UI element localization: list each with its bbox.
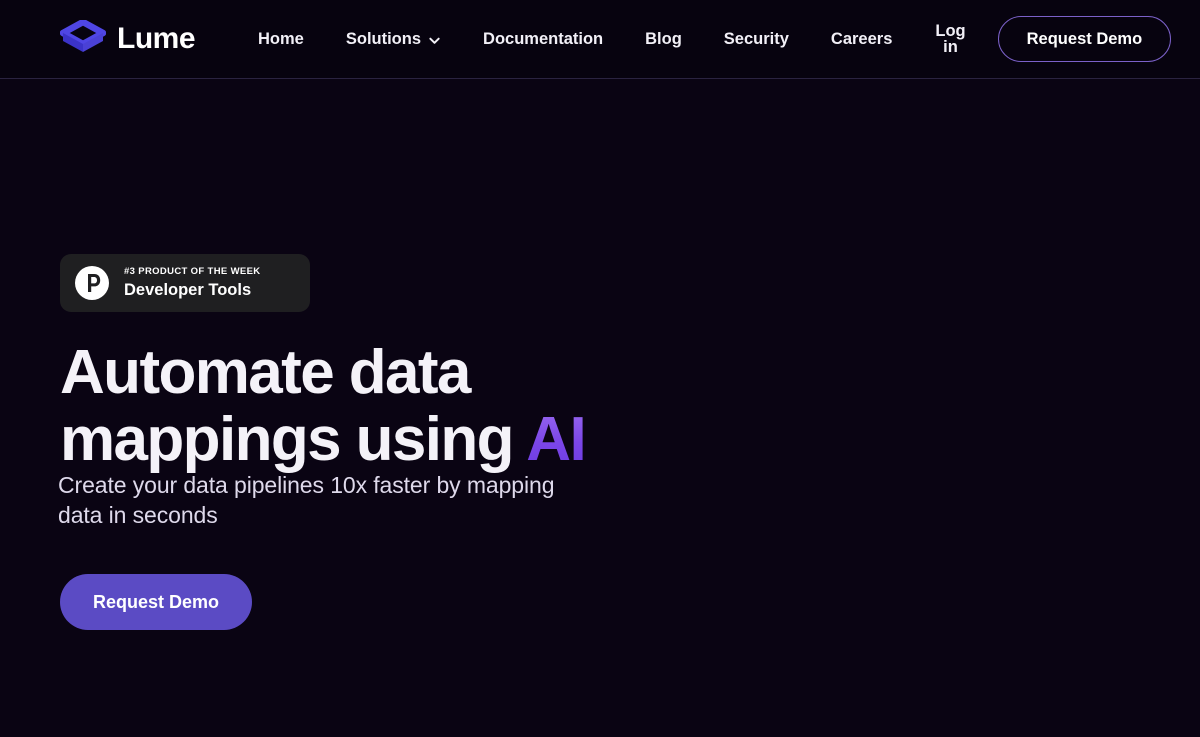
isometric-cube-logo-icon: [60, 20, 106, 58]
chevron-down-icon: [428, 32, 441, 47]
hero-section: #3 PRODUCT OF THE WEEK Developer Tools A…: [0, 79, 1200, 737]
product-hunt-title: Developer Tools: [124, 280, 252, 299]
nav-item-home-label: Home: [258, 29, 304, 48]
hero-subtitle: Create your data pipelines 10x faster by…: [58, 472, 555, 529]
nav-item-blog-label: Blog: [645, 29, 682, 48]
nav-item-security[interactable]: Security: [703, 31, 810, 48]
nav-item-documentation[interactable]: Documentation: [462, 31, 624, 48]
nav-item-solutions[interactable]: Solutions: [325, 31, 462, 48]
nav-item-blog[interactable]: Blog: [624, 31, 703, 48]
main-navigation: Home Solutions Documentation Blog Securi…: [237, 31, 913, 48]
nav-item-careers-label: Careers: [830, 29, 893, 48]
product-hunt-kicker: #3 PRODUCT OF THE WEEK: [124, 266, 261, 278]
brand-logo-link[interactable]: Lume: [60, 20, 196, 58]
site-header: Lume Home Solutions Documentation Blog S…: [0, 0, 1200, 79]
nav-item-security-label: Security: [723, 29, 789, 48]
page-title: Automate data mappings using AI: [60, 338, 587, 474]
header-request-demo-button[interactable]: Request Demo: [997, 15, 1172, 63]
header-actions: Log in Request Demo: [913, 15, 1172, 63]
hero-title-accent: AI: [526, 404, 586, 474]
nav-item-careers[interactable]: Careers: [810, 31, 913, 48]
brand-name: Lume: [117, 22, 196, 55]
login-link[interactable]: Log in: [913, 22, 987, 56]
hero-request-demo-button[interactable]: Request Demo: [60, 574, 253, 630]
nav-item-documentation-label: Documentation: [483, 29, 604, 48]
nav-item-solutions-label: Solutions: [345, 29, 422, 48]
hero-title-line-1: Automate data: [60, 338, 471, 407]
hero-title-line-2: mappings using: [60, 404, 527, 474]
product-hunt-badge-text: #3 PRODUCT OF THE WEEK Developer Tools: [124, 266, 261, 299]
product-hunt-badge[interactable]: #3 PRODUCT OF THE WEEK Developer Tools: [60, 254, 310, 312]
product-hunt-icon: [74, 265, 110, 301]
nav-item-home[interactable]: Home: [237, 31, 325, 48]
